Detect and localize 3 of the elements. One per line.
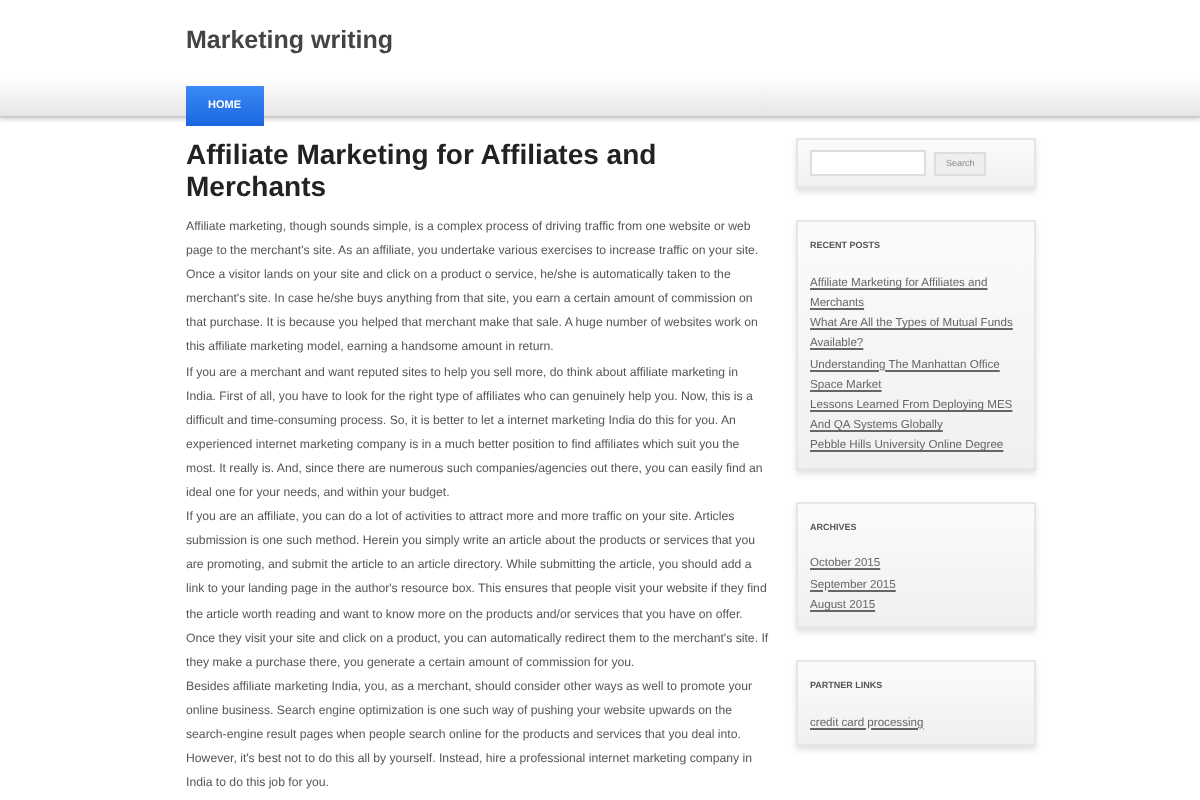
search-field[interactable] xyxy=(810,150,926,176)
site-title[interactable]: Marketing writing xyxy=(186,24,1036,56)
article-title: Affiliate Marketing for Affiliates and Merchants xyxy=(186,138,659,202)
